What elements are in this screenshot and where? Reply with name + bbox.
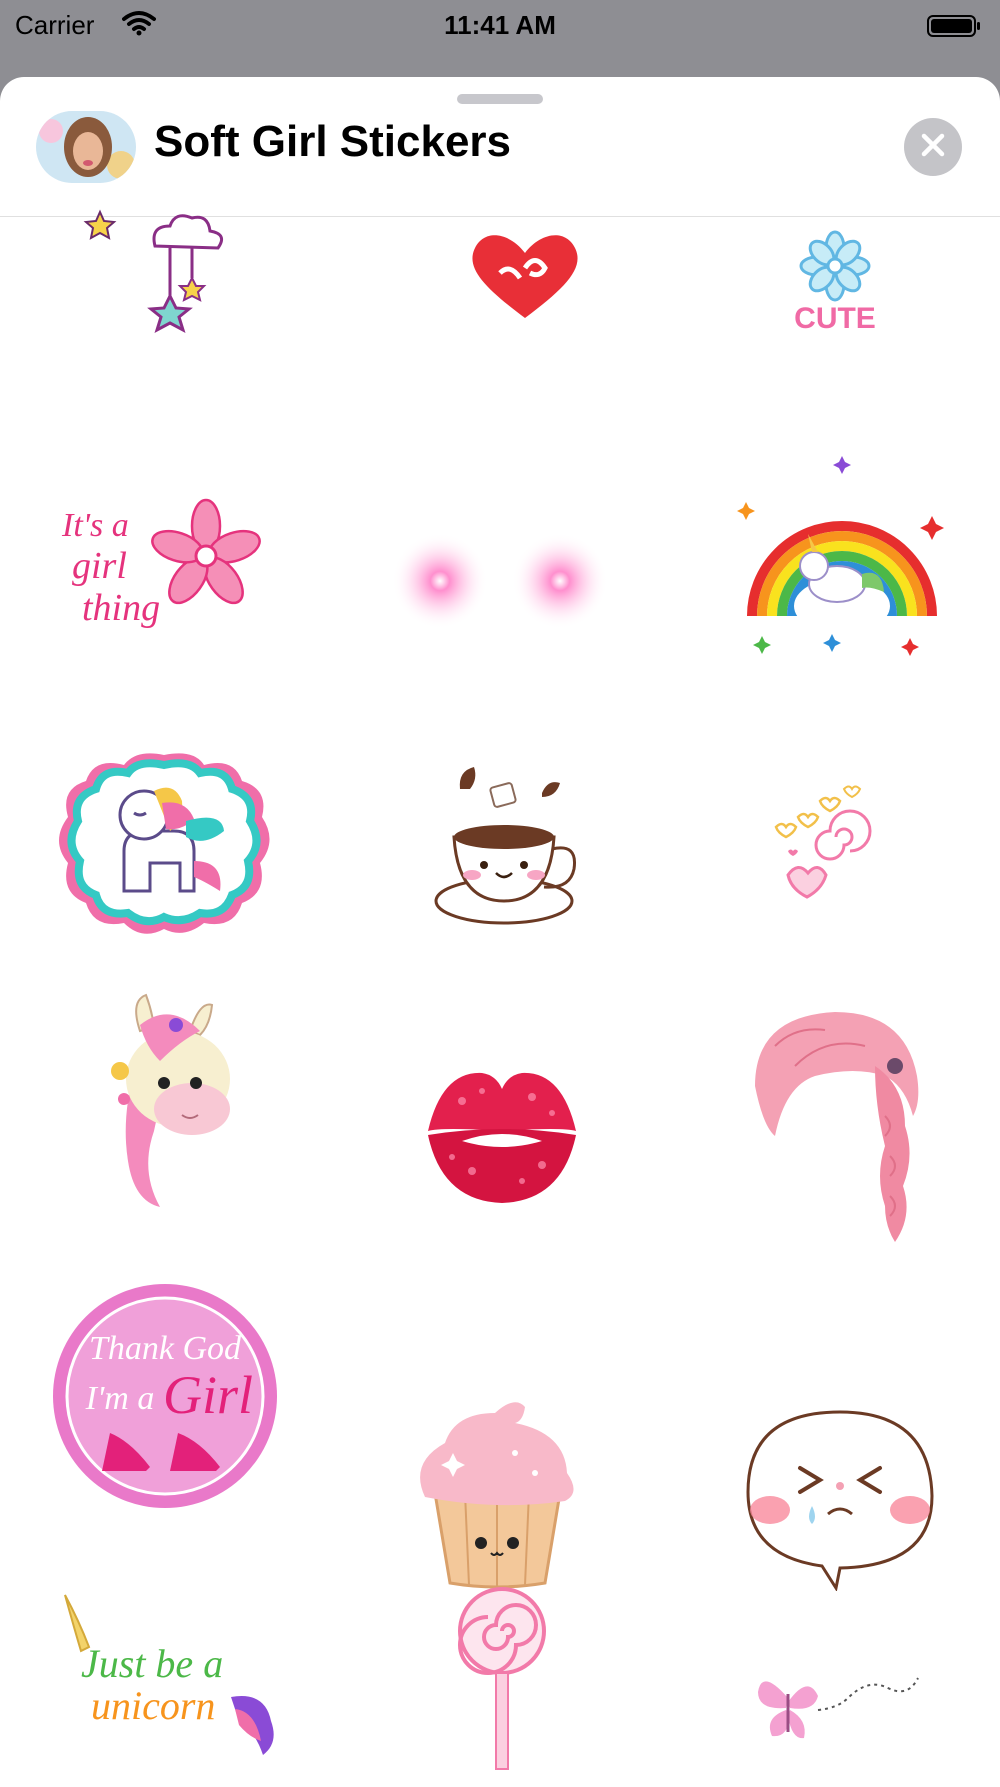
sticker-cute[interactable]: CUTE xyxy=(780,228,890,333)
sticker-coffee-cup[interactable] xyxy=(432,761,577,926)
sticker-cloud-mobile[interactable] xyxy=(80,196,250,346)
sticker-grid: CUTE It's a girl thing Thank God I'm a G… xyxy=(0,209,1000,1787)
close-icon xyxy=(920,132,946,163)
thank-god-line2: I'm a xyxy=(85,1380,155,1417)
sticker-butterfly[interactable] xyxy=(748,1658,938,1758)
page-title: Soft Girl Stickers xyxy=(154,117,512,166)
girl-thing-line3: thing xyxy=(82,587,160,629)
sticker-glitter-heart[interactable] xyxy=(465,228,585,323)
thank-god-line1: Thank God xyxy=(89,1330,242,1367)
sticker-its-a-girl-thing[interactable]: It's a girl thing xyxy=(58,486,268,656)
close-button[interactable] xyxy=(904,118,962,176)
sticker-glitter-lips[interactable] xyxy=(422,1061,582,1206)
girl-thing-line2: girl xyxy=(72,545,127,587)
app-avatar xyxy=(36,111,136,183)
sticker-sheet: Soft Girl Stickers CUTE It's a girl thin… xyxy=(0,77,1000,1787)
sticker-thank-god-badge[interactable]: Thank God I'm a Girl xyxy=(50,1281,280,1511)
sticker-just-be-a-unicorn[interactable]: Just be a unicorn xyxy=(55,1591,285,1756)
thank-god-line3: Girl xyxy=(163,1365,253,1425)
girl-thing-line1: It's a xyxy=(61,507,129,544)
sticker-unicorn-badge[interactable] xyxy=(54,751,274,936)
sticker-hearts-swirl[interactable] xyxy=(768,781,878,901)
sticker-crying-face[interactable] xyxy=(740,1406,940,1591)
sticker-rainbow-unicorn[interactable] xyxy=(732,456,952,656)
battery-icon xyxy=(927,13,981,37)
sticker-cupcake[interactable] xyxy=(405,1393,590,1593)
status-bar: Carrier 11:41 AM xyxy=(0,0,1000,50)
unicorn-text: unicorn xyxy=(91,1683,215,1728)
cute-text: CUTE xyxy=(794,302,876,333)
just-be-a-text: Just be a xyxy=(81,1641,223,1686)
sticker-lollipop[interactable] xyxy=(452,1581,552,1771)
sticker-blush-glow[interactable] xyxy=(390,531,610,631)
sticker-unicorn-head[interactable] xyxy=(100,991,240,1211)
sticker-pink-hair[interactable] xyxy=(735,1006,935,1256)
status-time: 11:41 AM xyxy=(444,10,556,40)
